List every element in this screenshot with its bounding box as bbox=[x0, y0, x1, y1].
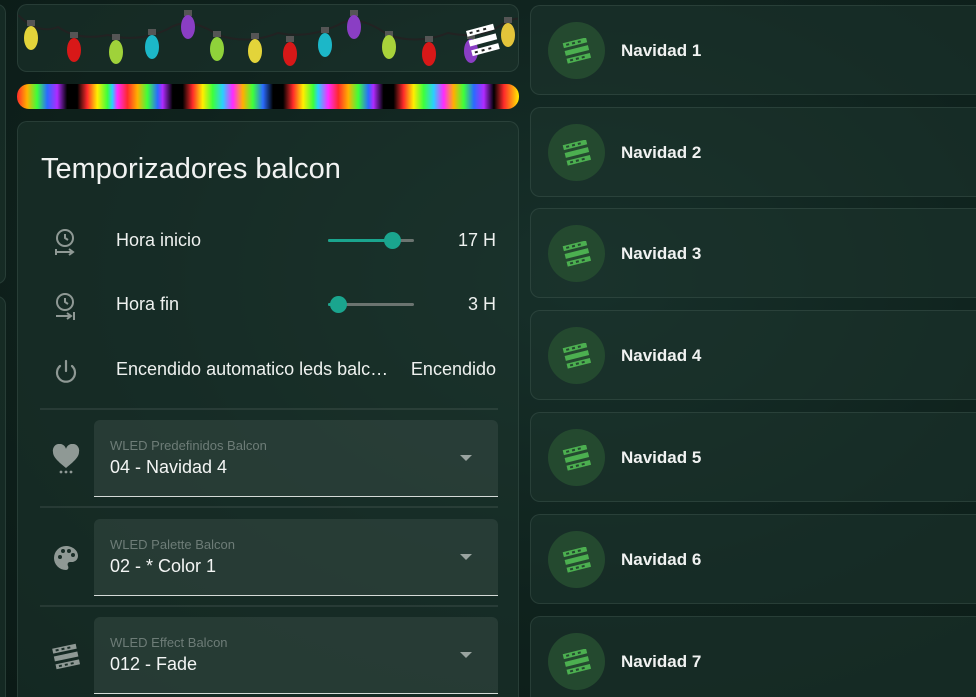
scene-effect-icon[interactable] bbox=[548, 531, 605, 588]
scene-card-4[interactable]: Navidad 4 bbox=[530, 310, 976, 400]
effect-select[interactable]: WLED Effect Balcon 012 - Fade bbox=[94, 617, 498, 694]
scene-name: Navidad 1 bbox=[621, 41, 702, 60]
end-hour-slider[interactable] bbox=[328, 296, 414, 313]
scene-effect-icon[interactable] bbox=[548, 633, 605, 690]
left-edge-card-top bbox=[0, 4, 6, 284]
clock-end-icon bbox=[52, 292, 80, 322]
scene-name: Navidad 4 bbox=[621, 346, 702, 365]
end-hour-slider-thumb[interactable] bbox=[330, 296, 348, 313]
scene-card-6[interactable]: Navidad 6 bbox=[530, 514, 976, 604]
scene-effect-icon[interactable] bbox=[548, 327, 605, 384]
scene-card-2[interactable]: Navidad 2 bbox=[530, 107, 976, 197]
start-hour-slider-thumb[interactable] bbox=[383, 232, 401, 249]
start-hour-label: Hora inicio bbox=[116, 230, 202, 250]
end-hour-row[interactable]: Hora fin 3 H bbox=[18, 280, 518, 330]
scene-name: Navidad 3 bbox=[621, 244, 702, 263]
scene-effect-icon[interactable] bbox=[548, 429, 605, 486]
scene-card-7[interactable]: Navidad 7 bbox=[530, 616, 976, 697]
timers-card: Temporizadores balcon Hora inicio 17 H H… bbox=[17, 121, 519, 697]
auto-on-row[interactable]: Encendido automatico leds balc… Encendid… bbox=[18, 345, 518, 395]
scene-effect-icon[interactable] bbox=[548, 22, 605, 79]
palette-select-label: WLED Palette Balcon bbox=[110, 537, 236, 552]
end-hour-value: 3 H bbox=[467, 294, 496, 314]
scene-name: Navidad 5 bbox=[621, 448, 702, 467]
scene-card-3[interactable]: Navidad 3 bbox=[530, 208, 976, 298]
palette-icon bbox=[52, 543, 80, 573]
left-edge-card-bottom bbox=[0, 296, 6, 697]
scene-card-5[interactable]: Navidad 5 bbox=[530, 412, 976, 502]
scene-effect-icon[interactable] bbox=[548, 124, 605, 181]
effect-select-label: WLED Effect Balcon bbox=[110, 635, 228, 650]
scene-name: Navidad 2 bbox=[621, 143, 702, 162]
film-effect-icon bbox=[52, 641, 81, 671]
chevron-down-icon[interactable] bbox=[460, 455, 472, 461]
end-hour-label: Hora fin bbox=[116, 294, 180, 314]
palette-select-value: 02 - * Color 1 bbox=[110, 556, 217, 576]
start-hour-row[interactable]: Hora inicio 17 H bbox=[18, 216, 518, 266]
preset-select-value: 04 - Navidad 4 bbox=[110, 457, 228, 477]
palette-select[interactable]: WLED Palette Balcon 02 - * Color 1 bbox=[94, 519, 498, 596]
scene-name: Navidad 7 bbox=[621, 652, 702, 671]
scene-card-1[interactable]: Navidad 1 bbox=[530, 5, 976, 95]
power-icon bbox=[52, 357, 80, 387]
scene-name: Navidad 6 bbox=[621, 550, 702, 569]
divider bbox=[40, 506, 498, 508]
preset-select-row: WLED Predefinidos Balcon 04 - Navidad 4 bbox=[18, 420, 518, 500]
effect-select-row: WLED Effect Balcon 012 - Fade bbox=[18, 617, 518, 697]
divider bbox=[40, 408, 498, 410]
divider bbox=[40, 605, 498, 607]
timers-card-title: Temporizadores balcon bbox=[41, 153, 341, 185]
palette-select-row: WLED Palette Balcon 02 - * Color 1 bbox=[18, 519, 518, 599]
preset-select-label: WLED Predefinidos Balcon bbox=[110, 438, 267, 453]
chevron-down-icon[interactable] bbox=[460, 652, 472, 658]
start-hour-slider[interactable] bbox=[328, 232, 414, 249]
chevron-down-icon[interactable] bbox=[460, 554, 472, 560]
heart-icon bbox=[52, 443, 80, 474]
preset-select[interactable]: WLED Predefinidos Balcon 04 - Navidad 4 bbox=[94, 420, 498, 497]
effect-select-value: 012 - Fade bbox=[110, 654, 198, 674]
led-strip-preview bbox=[17, 84, 519, 109]
clock-start-icon bbox=[52, 228, 80, 258]
scene-effect-icon[interactable] bbox=[548, 225, 605, 282]
auto-on-state: Encendido bbox=[410, 359, 496, 379]
auto-on-label: Encendido automatico leds balc… bbox=[116, 359, 389, 379]
christmas-lights-image[interactable] bbox=[17, 4, 519, 72]
start-hour-value: 17 H bbox=[457, 230, 496, 250]
